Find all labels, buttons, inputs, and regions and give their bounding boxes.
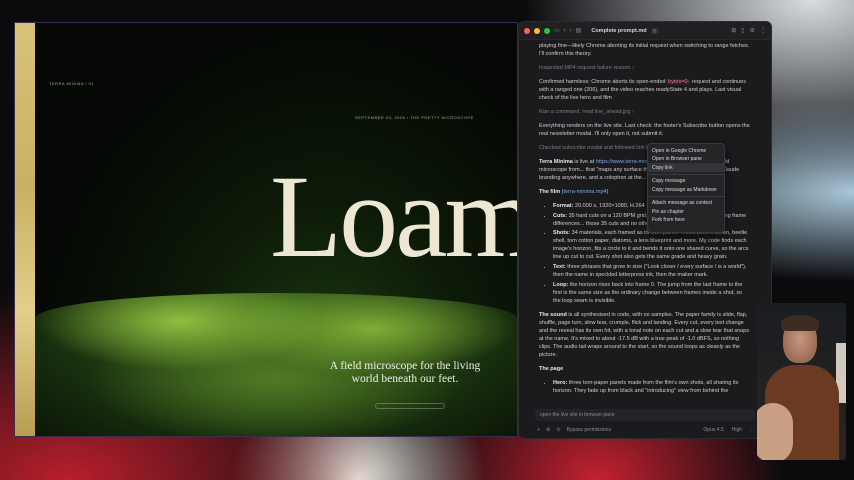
close-dot[interactable] [524, 27, 530, 34]
grid-icon[interactable]: ⊞ [731, 27, 736, 34]
page-heading: The page [539, 366, 564, 372]
back-icon[interactable]: ‹ [564, 28, 566, 34]
effort-selector[interactable]: High [732, 427, 742, 433]
agent-window: ▭ ‹ › ▤ Complete prompt.md ◎ ⊞ ▯ ⚙ ⋮ pla… [518, 21, 772, 439]
hero-tagline: A field microscope for the living world … [329, 360, 481, 386]
menu-divider [648, 173, 724, 175]
list-item: Shots: 34 materials, each framed as its … [553, 230, 751, 262]
spinner-icon: ◌ [750, 427, 753, 433]
menu-copy-link[interactable]: Copy link [648, 163, 724, 172]
menu-open-chrome[interactable]: Open in Google Chrome [648, 146, 724, 155]
conversation: playing fine—likely Chrome aborting its … [519, 40, 771, 396]
menu-divider [648, 195, 724, 197]
menu-pin-chapter[interactable]: Pin as chapter [648, 207, 724, 216]
status-bar: + ⚙ ⊙ Bypass permissions Opus 4.5 High ◌ [519, 422, 771, 438]
top-small-label: SEPTEMBER 03, 2026 / THE PRETTY MICROSCO… [355, 115, 474, 120]
title-badge-icon: ◎ [650, 27, 659, 34]
bypass-permissions[interactable]: Bypass permissions [567, 427, 611, 433]
sound-paragraph: The sound is all synthesised in code, wi… [539, 312, 750, 359]
menu-copy-message[interactable]: Copy message [648, 177, 724, 186]
minimize-dot[interactable] [534, 27, 540, 34]
add-icon[interactable]: + [537, 427, 540, 433]
menu-attach-context[interactable]: Attach message as context [648, 199, 724, 208]
presenter-arm [757, 403, 793, 460]
torn-paper-edge [15, 23, 35, 436]
message-line: Confirmed harmless: Chrome aborts its op… [539, 78, 746, 101]
hero-word: Loam [270, 151, 518, 282]
presenter-hair [781, 315, 819, 331]
message-line: Everything renders on the live site. Las… [539, 122, 750, 137]
panel-icon[interactable]: ▯ [741, 27, 744, 34]
list-item: Loop: the horizon rises back into frame … [553, 282, 751, 306]
page-list: Hero: three torn-paper panels made from … [539, 380, 751, 396]
list-item: Text: three phrases that grow in size ("… [553, 264, 751, 280]
website-preview[interactable]: TERRA MINIMA / 01 SEPTEMBER 03, 2026 / T… [14, 22, 518, 437]
gear-icon[interactable]: ⚙ [750, 27, 755, 34]
list-item: Hero: three torn-paper panels made from … [553, 380, 751, 396]
menu-fork[interactable]: Fork from here [648, 216, 724, 225]
context-menu: Open in Google Chrome Open in Browser pa… [647, 143, 725, 233]
menu-copy-markdown[interactable]: Copy message as Markdown [648, 185, 724, 194]
mode-icon[interactable]: ⊙ [556, 427, 560, 433]
tool-step[interactable]: Inspected MP4 request failure reason › [539, 65, 751, 73]
document-icon: ▤ [575, 28, 582, 34]
forward-icon[interactable]: › [570, 28, 572, 34]
more-icon[interactable]: ⋮ [760, 27, 766, 34]
tool-step[interactable]: Ran a command, read live_ahead.jpg › [539, 109, 751, 117]
sidebar-icon[interactable]: ▭ [554, 27, 560, 34]
title-bar: ▭ ‹ › ▤ Complete prompt.md ◎ ⊞ ▯ ⚙ ⋮ [519, 22, 771, 40]
prompt-input[interactable]: open the live site in browser pane [535, 409, 755, 421]
left-small-label: TERRA MINIMA / 01 [49, 81, 94, 86]
webcam-overlay [757, 303, 846, 460]
film-link[interactable]: terra-minima.mp4 [563, 189, 606, 195]
maximize-dot[interactable] [544, 27, 550, 34]
window-title: Complete prompt.md [591, 27, 647, 34]
settings-icon[interactable]: ⚙ [546, 427, 550, 433]
menu-open-browser-pane[interactable]: Open in Browser pane [648, 155, 724, 164]
hero-cta[interactable] [375, 403, 445, 409]
message-line: playing fine—likely Chrome aborting its … [539, 43, 750, 57]
model-selector[interactable]: Opus 4.5 [703, 427, 723, 433]
